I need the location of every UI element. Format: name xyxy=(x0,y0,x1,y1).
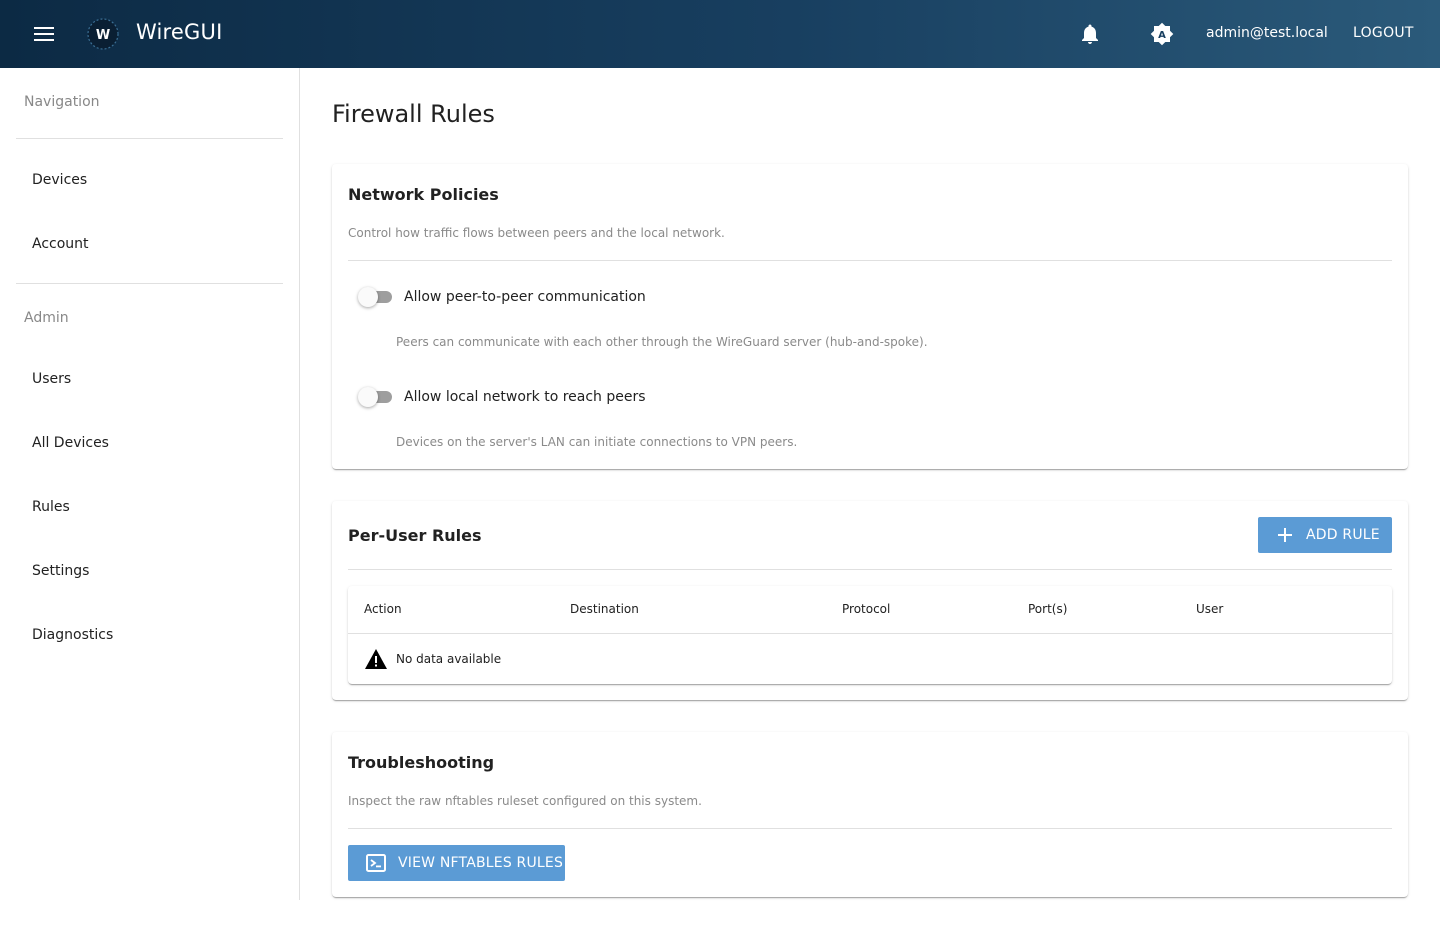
wiregui-logo-icon: W xyxy=(86,17,120,51)
peer-to-peer-hint: Peers can communicate with each other th… xyxy=(396,335,928,349)
sidebar-divider xyxy=(16,283,283,284)
troubleshooting-card: Troubleshooting Inspect the raw nftables… xyxy=(332,732,1408,897)
empty-state-text: No data available xyxy=(396,652,502,666)
card-divider xyxy=(348,569,1392,570)
local-network-toggle[interactable] xyxy=(358,386,394,408)
brightness-auto-icon[interactable]: A xyxy=(1150,22,1174,46)
column-header-protocol[interactable]: Protocol xyxy=(842,602,890,616)
user-email[interactable]: admin@test.local xyxy=(1206,25,1328,41)
table-header-divider xyxy=(348,633,1392,634)
logout-button[interactable]: LOGOUT xyxy=(1353,25,1414,41)
column-header-destination[interactable]: Destination xyxy=(570,602,639,616)
troubleshooting-subtitle: Inspect the raw nftables ruleset configu… xyxy=(348,794,702,808)
sidebar-item-settings[interactable]: Settings xyxy=(16,547,283,595)
sidebar-item-devices[interactable]: Devices xyxy=(16,156,283,204)
network-policies-subtitle: Control how traffic flows between peers … xyxy=(348,226,725,240)
sidebar-header-admin: Admin xyxy=(24,310,69,326)
sidebar-divider xyxy=(16,138,283,139)
bell-icon[interactable] xyxy=(1078,22,1102,46)
rules-table: Action Destination Protocol Port(s) User… xyxy=(348,586,1392,684)
app-title: WireGUI xyxy=(136,20,223,44)
console-icon xyxy=(366,854,386,872)
per-user-rules-card: Per-User Rules ADD RULE Action Destinati… xyxy=(332,501,1408,700)
logo-letter: W xyxy=(96,28,110,43)
sidebar-item-account[interactable]: Account xyxy=(16,220,283,268)
app-bar: W WireGUI A admin@test.local LOGOUT xyxy=(0,0,1440,68)
view-nftables-button[interactable]: VIEW NFTABLES RULES xyxy=(348,845,565,881)
card-divider xyxy=(348,828,1392,829)
empty-state: No data available xyxy=(364,648,501,670)
per-user-rules-title: Per-User Rules xyxy=(348,526,482,545)
card-divider xyxy=(348,260,1392,261)
peer-to-peer-toggle[interactable] xyxy=(358,286,394,308)
network-policies-card: Network Policies Control how traffic flo… xyxy=(332,164,1408,469)
add-rule-button[interactable]: ADD RULE xyxy=(1258,517,1392,553)
plus-icon xyxy=(1276,526,1294,544)
peer-to-peer-label[interactable]: Allow peer-to-peer communication xyxy=(404,289,646,305)
page-title: Firewall Rules xyxy=(332,100,495,128)
view-nftables-label: VIEW NFTABLES RULES xyxy=(398,855,564,871)
add-rule-label: ADD RULE xyxy=(1306,527,1380,543)
sidebar-item-rules[interactable]: Rules xyxy=(16,483,283,531)
column-header-ports[interactable]: Port(s) xyxy=(1028,602,1067,616)
sidebar: Navigation Devices Account Admin Users A… xyxy=(0,68,300,900)
local-network-label[interactable]: Allow local network to reach peers xyxy=(404,389,646,405)
network-policies-title: Network Policies xyxy=(348,185,499,204)
warning-icon xyxy=(364,648,388,670)
troubleshooting-title: Troubleshooting xyxy=(348,753,495,772)
column-header-action[interactable]: Action xyxy=(364,602,402,616)
sidebar-header-navigation: Navigation xyxy=(24,94,100,110)
sidebar-item-diagnostics[interactable]: Diagnostics xyxy=(16,611,283,659)
column-header-user[interactable]: User xyxy=(1196,602,1223,616)
menu-icon[interactable] xyxy=(28,20,60,48)
sidebar-item-all-devices[interactable]: All Devices xyxy=(16,419,283,467)
toggle-thumb xyxy=(358,387,378,407)
sidebar-item-users[interactable]: Users xyxy=(16,355,283,403)
toggle-thumb xyxy=(358,287,378,307)
local-network-hint: Devices on the server's LAN can initiate… xyxy=(396,435,798,449)
svg-text:A: A xyxy=(1158,30,1166,41)
